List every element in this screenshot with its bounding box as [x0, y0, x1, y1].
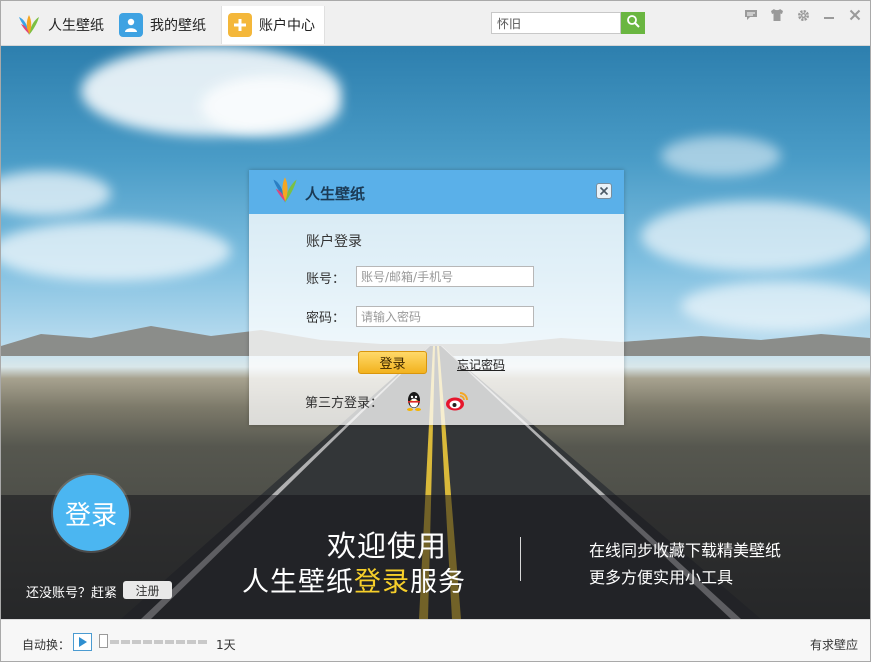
app-logo-icon	[17, 13, 41, 37]
welcome-highlight: 登录	[354, 567, 410, 598]
welcome-service: 服务	[410, 567, 466, 598]
close-icon[interactable]	[846, 7, 864, 23]
login-dialog: 人生壁纸 账户登录 账号： 密码： 登录 忘记密码 第三方登录：	[249, 170, 624, 425]
tab-label: 账户中心	[259, 18, 315, 34]
third-party-login-label: 第三方登录：	[305, 396, 384, 411]
circle-login-button[interactable]: 登录	[53, 475, 129, 551]
dialog-close-button[interactable]	[596, 183, 612, 199]
status-bar: 自动换： 1天 有求壁应	[1, 619, 870, 661]
top-bar: 人生壁纸 我的壁纸 账户中心	[1, 1, 870, 46]
welcome-line-2: 人生壁纸登录服务	[242, 560, 466, 599]
user-icon	[119, 13, 143, 37]
slider-thumb[interactable]	[99, 634, 108, 648]
search-icon	[626, 14, 640, 32]
tab-my-wallpapers[interactable]: 我的壁纸	[119, 6, 206, 44]
interval-value: 1天	[216, 638, 236, 652]
welcome-line-1: 欢迎使用	[327, 529, 448, 563]
login-button[interactable]: 登录	[358, 351, 427, 374]
tab-account-center[interactable]: 账户中心	[221, 6, 325, 44]
tab-label: 我的壁纸	[150, 18, 206, 34]
skin-shirt-icon[interactable]	[768, 7, 786, 23]
app-logo-icon	[271, 175, 299, 209]
settings-gear-icon[interactable]	[794, 7, 812, 23]
minimize-icon[interactable]	[820, 7, 838, 23]
qq-icon[interactable]	[402, 389, 426, 413]
auto-switch-label: 自动换：	[22, 638, 71, 652]
welcome-brand: 人生壁纸	[242, 567, 354, 598]
feature-line-2: 更多方便实用小工具	[589, 568, 734, 587]
window-controls	[742, 7, 864, 23]
request-wallpaper-link[interactable]: 有求壁应	[810, 636, 858, 653]
no-account-text: 还没账号？赶紧	[26, 586, 118, 601]
slider-track	[99, 640, 209, 644]
tab-label: 人生壁纸	[48, 18, 104, 34]
feature-line-1: 在线同步收藏下载精美壁纸	[589, 541, 782, 560]
band-divider	[520, 537, 521, 581]
play-icon	[79, 637, 87, 647]
weibo-icon[interactable]	[445, 389, 469, 413]
account-input[interactable]	[356, 266, 534, 287]
app-window: 人生壁纸 我的壁纸 账户中心 怀旧 人生壁纸 账户登录 账号： 账号/邮箱/手机…	[0, 0, 871, 662]
auto-switch-play-button[interactable]	[73, 633, 92, 651]
dialog-header: 人生壁纸	[249, 170, 624, 214]
password-input[interactable]	[356, 306, 534, 327]
search-box	[491, 12, 645, 34]
feedback-icon[interactable]	[742, 7, 760, 23]
dialog-brand-title: 人生壁纸	[305, 185, 366, 203]
search-input[interactable]	[491, 12, 621, 34]
interval-slider[interactable]	[99, 634, 209, 648]
search-button[interactable]	[621, 12, 645, 34]
tab-home[interactable]: 人生壁纸	[17, 6, 104, 44]
forgot-password-link[interactable]: 忘记密码	[457, 356, 505, 373]
plus-icon	[228, 13, 252, 37]
password-label: 密码：	[306, 311, 346, 326]
account-label: 账号：	[306, 272, 346, 287]
login-heading: 账户登录	[306, 234, 362, 250]
close-icon	[599, 186, 609, 196]
register-button[interactable]: 注册	[123, 581, 172, 599]
